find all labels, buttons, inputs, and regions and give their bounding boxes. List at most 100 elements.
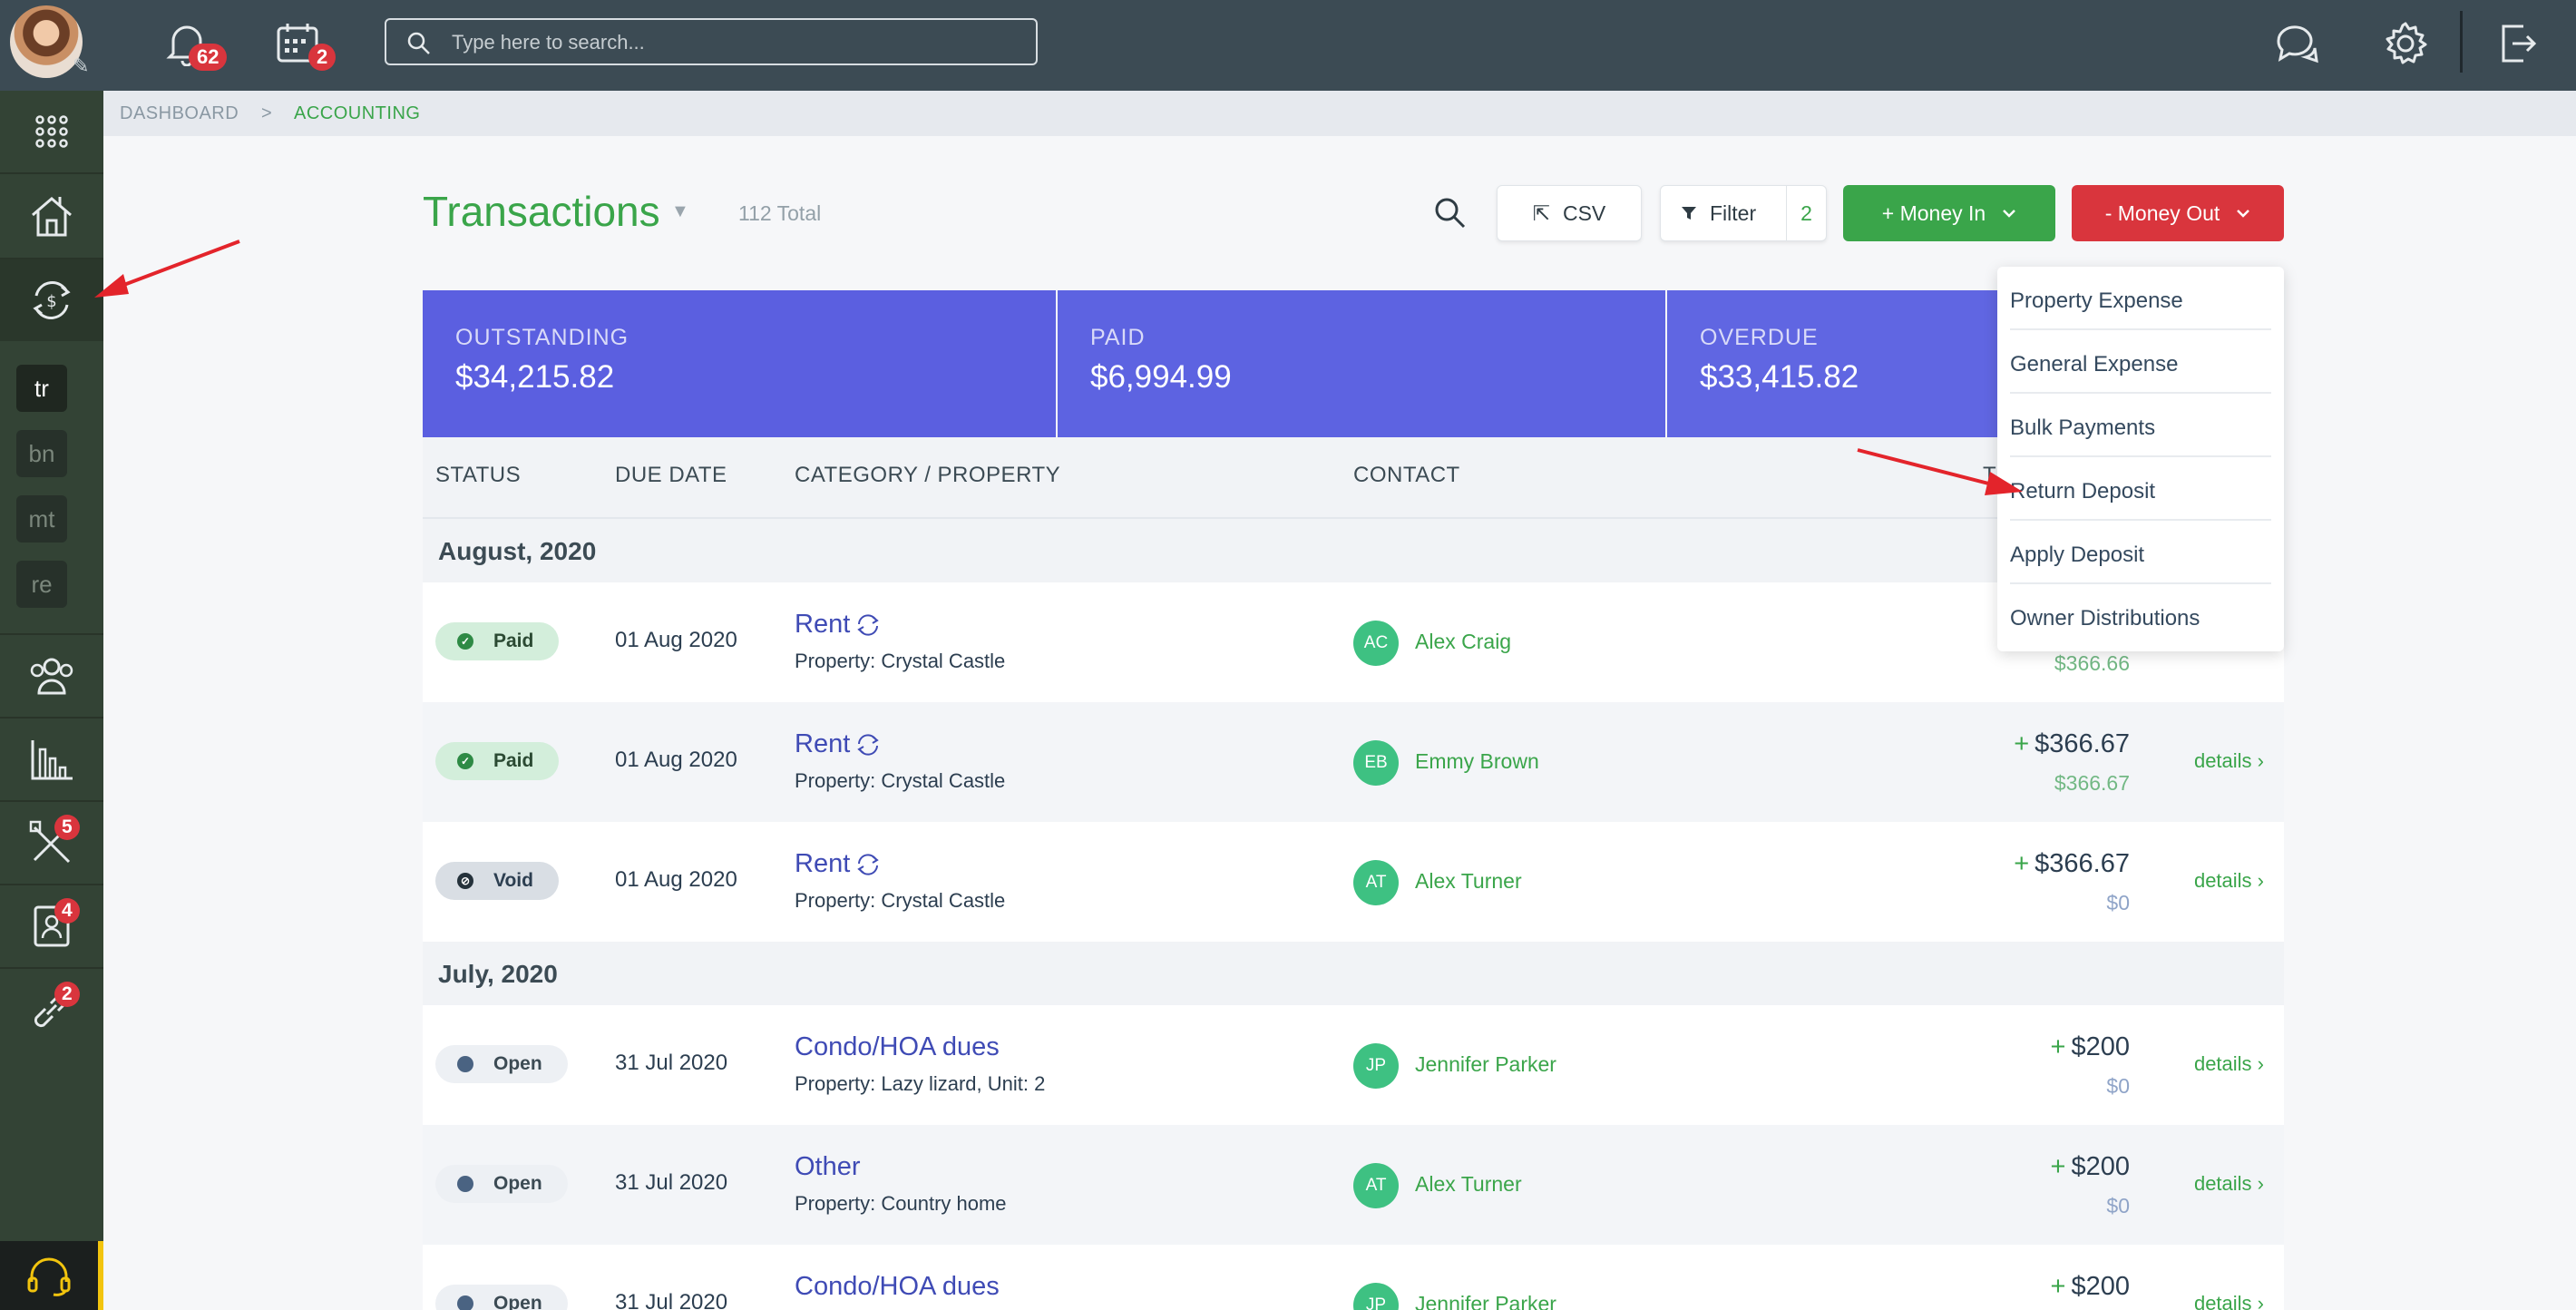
sidebar-item-apps[interactable] xyxy=(0,91,103,172)
paid-amount: $366.66 xyxy=(2054,651,2130,675)
contact-link[interactable]: Alex Craig xyxy=(1415,630,1511,654)
property-text: Property: Crystal Castle xyxy=(795,889,1006,912)
sidebar-item-tenants[interactable] xyxy=(0,885,103,967)
filter-count: 2 xyxy=(1786,186,1826,240)
contact-link[interactable]: Emmy Brown xyxy=(1415,749,1539,774)
category-link[interactable]: Rent xyxy=(795,729,850,759)
menu-item-apply-deposit[interactable]: Apply Deposit xyxy=(2010,521,2271,584)
header-category[interactable]: CATEGORY / PROPERTY xyxy=(795,463,1060,488)
header-due-date[interactable]: DUE DATE xyxy=(615,463,727,488)
paid-amount: $0 xyxy=(2106,1074,2130,1098)
contact-avatar: AC xyxy=(1353,621,1399,666)
header-contact[interactable]: CONTACT xyxy=(1353,463,1460,488)
user-avatar[interactable] xyxy=(10,5,83,78)
search-input[interactable] xyxy=(452,29,1014,56)
paid-amount: $0 xyxy=(2106,1194,2130,1217)
maintenance-badge: 5 xyxy=(54,815,80,840)
details-link[interactable]: details › xyxy=(2194,1052,2264,1076)
shortcut-bn[interactable]: bn xyxy=(16,430,67,477)
amount: + $200 xyxy=(2050,1272,2130,1301)
category-link[interactable]: Rent xyxy=(795,849,850,879)
shortcut-re[interactable]: re xyxy=(16,561,67,608)
table-row[interactable]: ✓ Paid 01 Aug 2020 Rent Property: Crystal… xyxy=(423,702,2284,822)
bar-chart-icon xyxy=(31,740,73,780)
details-link[interactable]: details › xyxy=(2194,749,2264,773)
details-link[interactable]: details › xyxy=(2194,869,2264,893)
global-search[interactable] xyxy=(385,18,1038,65)
open-dot-icon xyxy=(457,1176,473,1192)
summary-paid[interactable]: PAID $6,994.99 xyxy=(1058,290,1665,437)
status-badge: ⊘ Void xyxy=(435,862,559,900)
sidebar-item-people[interactable] xyxy=(0,635,103,717)
contact-link[interactable]: Alex Turner xyxy=(1415,869,1522,894)
chevron-down-icon xyxy=(2003,210,2016,218)
tenants-badge: 4 xyxy=(54,898,80,924)
outstanding-value: $34,215.82 xyxy=(455,359,615,395)
menu-item-owner-distributions[interactable]: Owner Distributions xyxy=(2010,584,2271,648)
contact-link[interactable]: Jennifer Parker xyxy=(1415,1292,1556,1310)
sidebar-item-integrations[interactable] xyxy=(0,969,103,1051)
shortcut-mt[interactable]: mt xyxy=(16,495,67,543)
money-out-button[interactable]: - Money Out xyxy=(2072,185,2284,241)
chevron-down-icon[interactable]: ▼ xyxy=(671,201,689,222)
table-row[interactable]: Open 31 Jul 2020 Condo/HOA dues JP Jenni… xyxy=(423,1245,2284,1310)
menu-item-bulk-payments[interactable]: Bulk Payments xyxy=(2010,394,2271,457)
contact-link[interactable]: Alex Turner xyxy=(1415,1172,1522,1197)
topbar-divider xyxy=(2460,11,2463,73)
money-in-button[interactable]: + Money In xyxy=(1843,185,2055,241)
contact-avatar: JP xyxy=(1353,1283,1399,1310)
recurring-icon xyxy=(857,854,879,875)
settings-gear-icon[interactable] xyxy=(2378,16,2433,71)
csv-export-button[interactable]: ⇱ CSV xyxy=(1497,185,1642,241)
page-title[interactable]: Transactions xyxy=(423,187,660,236)
accounting-cycle-icon: $ xyxy=(33,281,71,319)
support-button[interactable] xyxy=(0,1241,103,1310)
header-status[interactable]: STATUS xyxy=(435,463,521,488)
summary-outstanding[interactable]: OUTSTANDING $34,215.82 xyxy=(423,290,1056,437)
money-out-menu: Property Expense General Expense Bulk Pa… xyxy=(1997,267,2284,651)
category-link[interactable]: Rent xyxy=(795,610,850,640)
annotation-arrow-icon xyxy=(1857,448,2023,495)
pin-icon: ✎ xyxy=(73,54,90,77)
category-link[interactable]: Condo/HOA dues xyxy=(795,1272,1000,1302)
integrations-badge: 2 xyxy=(54,982,80,1007)
filter-button[interactable]: Filter 2 xyxy=(1660,185,1827,241)
search-button[interactable] xyxy=(1433,196,1468,235)
chat-icon[interactable] xyxy=(2269,16,2324,71)
overdue-label: OVERDUE xyxy=(1700,325,1819,350)
menu-item-property-expense[interactable]: Property Expense xyxy=(2010,267,2271,330)
open-dot-icon xyxy=(457,1295,473,1310)
overdue-value: $33,415.82 xyxy=(1700,359,1859,395)
filter-label: Filter xyxy=(1710,200,1757,225)
table-row[interactable]: ⊘ Void 01 Aug 2020 Rent Property: Crystal… xyxy=(423,822,2284,942)
table-row[interactable]: Open 31 Jul 2020 Condo/HOA dues Property… xyxy=(423,1005,2284,1125)
contact-link[interactable]: Jennifer Parker xyxy=(1415,1052,1556,1077)
property-text: Property: Lazy lizard, Unit: 2 xyxy=(795,1072,1046,1095)
sidebar-item-reports[interactable] xyxy=(0,719,103,800)
recurring-icon xyxy=(857,614,879,636)
due-date: 01 Aug 2020 xyxy=(615,748,737,772)
check-icon: ✓ xyxy=(457,753,473,769)
breadcrumb-accounting: ACCOUNTING xyxy=(294,103,421,123)
logout-icon[interactable] xyxy=(2491,16,2545,71)
breadcrumb: DASHBOARD > ACCOUNTING xyxy=(103,91,2576,136)
property-text: Property: Country home xyxy=(795,1192,1007,1215)
check-icon: ✓ xyxy=(457,633,473,650)
headset-icon xyxy=(27,1257,71,1296)
details-link[interactable]: details › xyxy=(2194,1172,2264,1196)
category-link[interactable]: Other xyxy=(795,1152,861,1182)
search-icon xyxy=(407,32,430,54)
table-row[interactable]: Open 31 Jul 2020 Other Property: Country… xyxy=(423,1125,2284,1245)
sidebar-item-maintenance[interactable] xyxy=(0,802,103,884)
breadcrumb-dashboard[interactable]: DASHBOARD xyxy=(120,103,239,124)
category-link[interactable]: Condo/HOA dues xyxy=(795,1032,1000,1062)
menu-item-return-deposit[interactable]: Return Deposit xyxy=(2010,457,2271,521)
outstanding-label: OUTSTANDING xyxy=(455,325,629,350)
details-link[interactable]: details › xyxy=(2194,1292,2264,1310)
menu-item-general-expense[interactable]: General Expense xyxy=(2010,330,2271,394)
chevron-down-icon xyxy=(2237,210,2250,218)
due-date: 31 Jul 2020 xyxy=(615,1170,728,1195)
paid-amount: $0 xyxy=(2106,891,2130,914)
due-date: 31 Jul 2020 xyxy=(615,1051,728,1075)
shortcut-tr[interactable]: tr xyxy=(16,365,67,412)
